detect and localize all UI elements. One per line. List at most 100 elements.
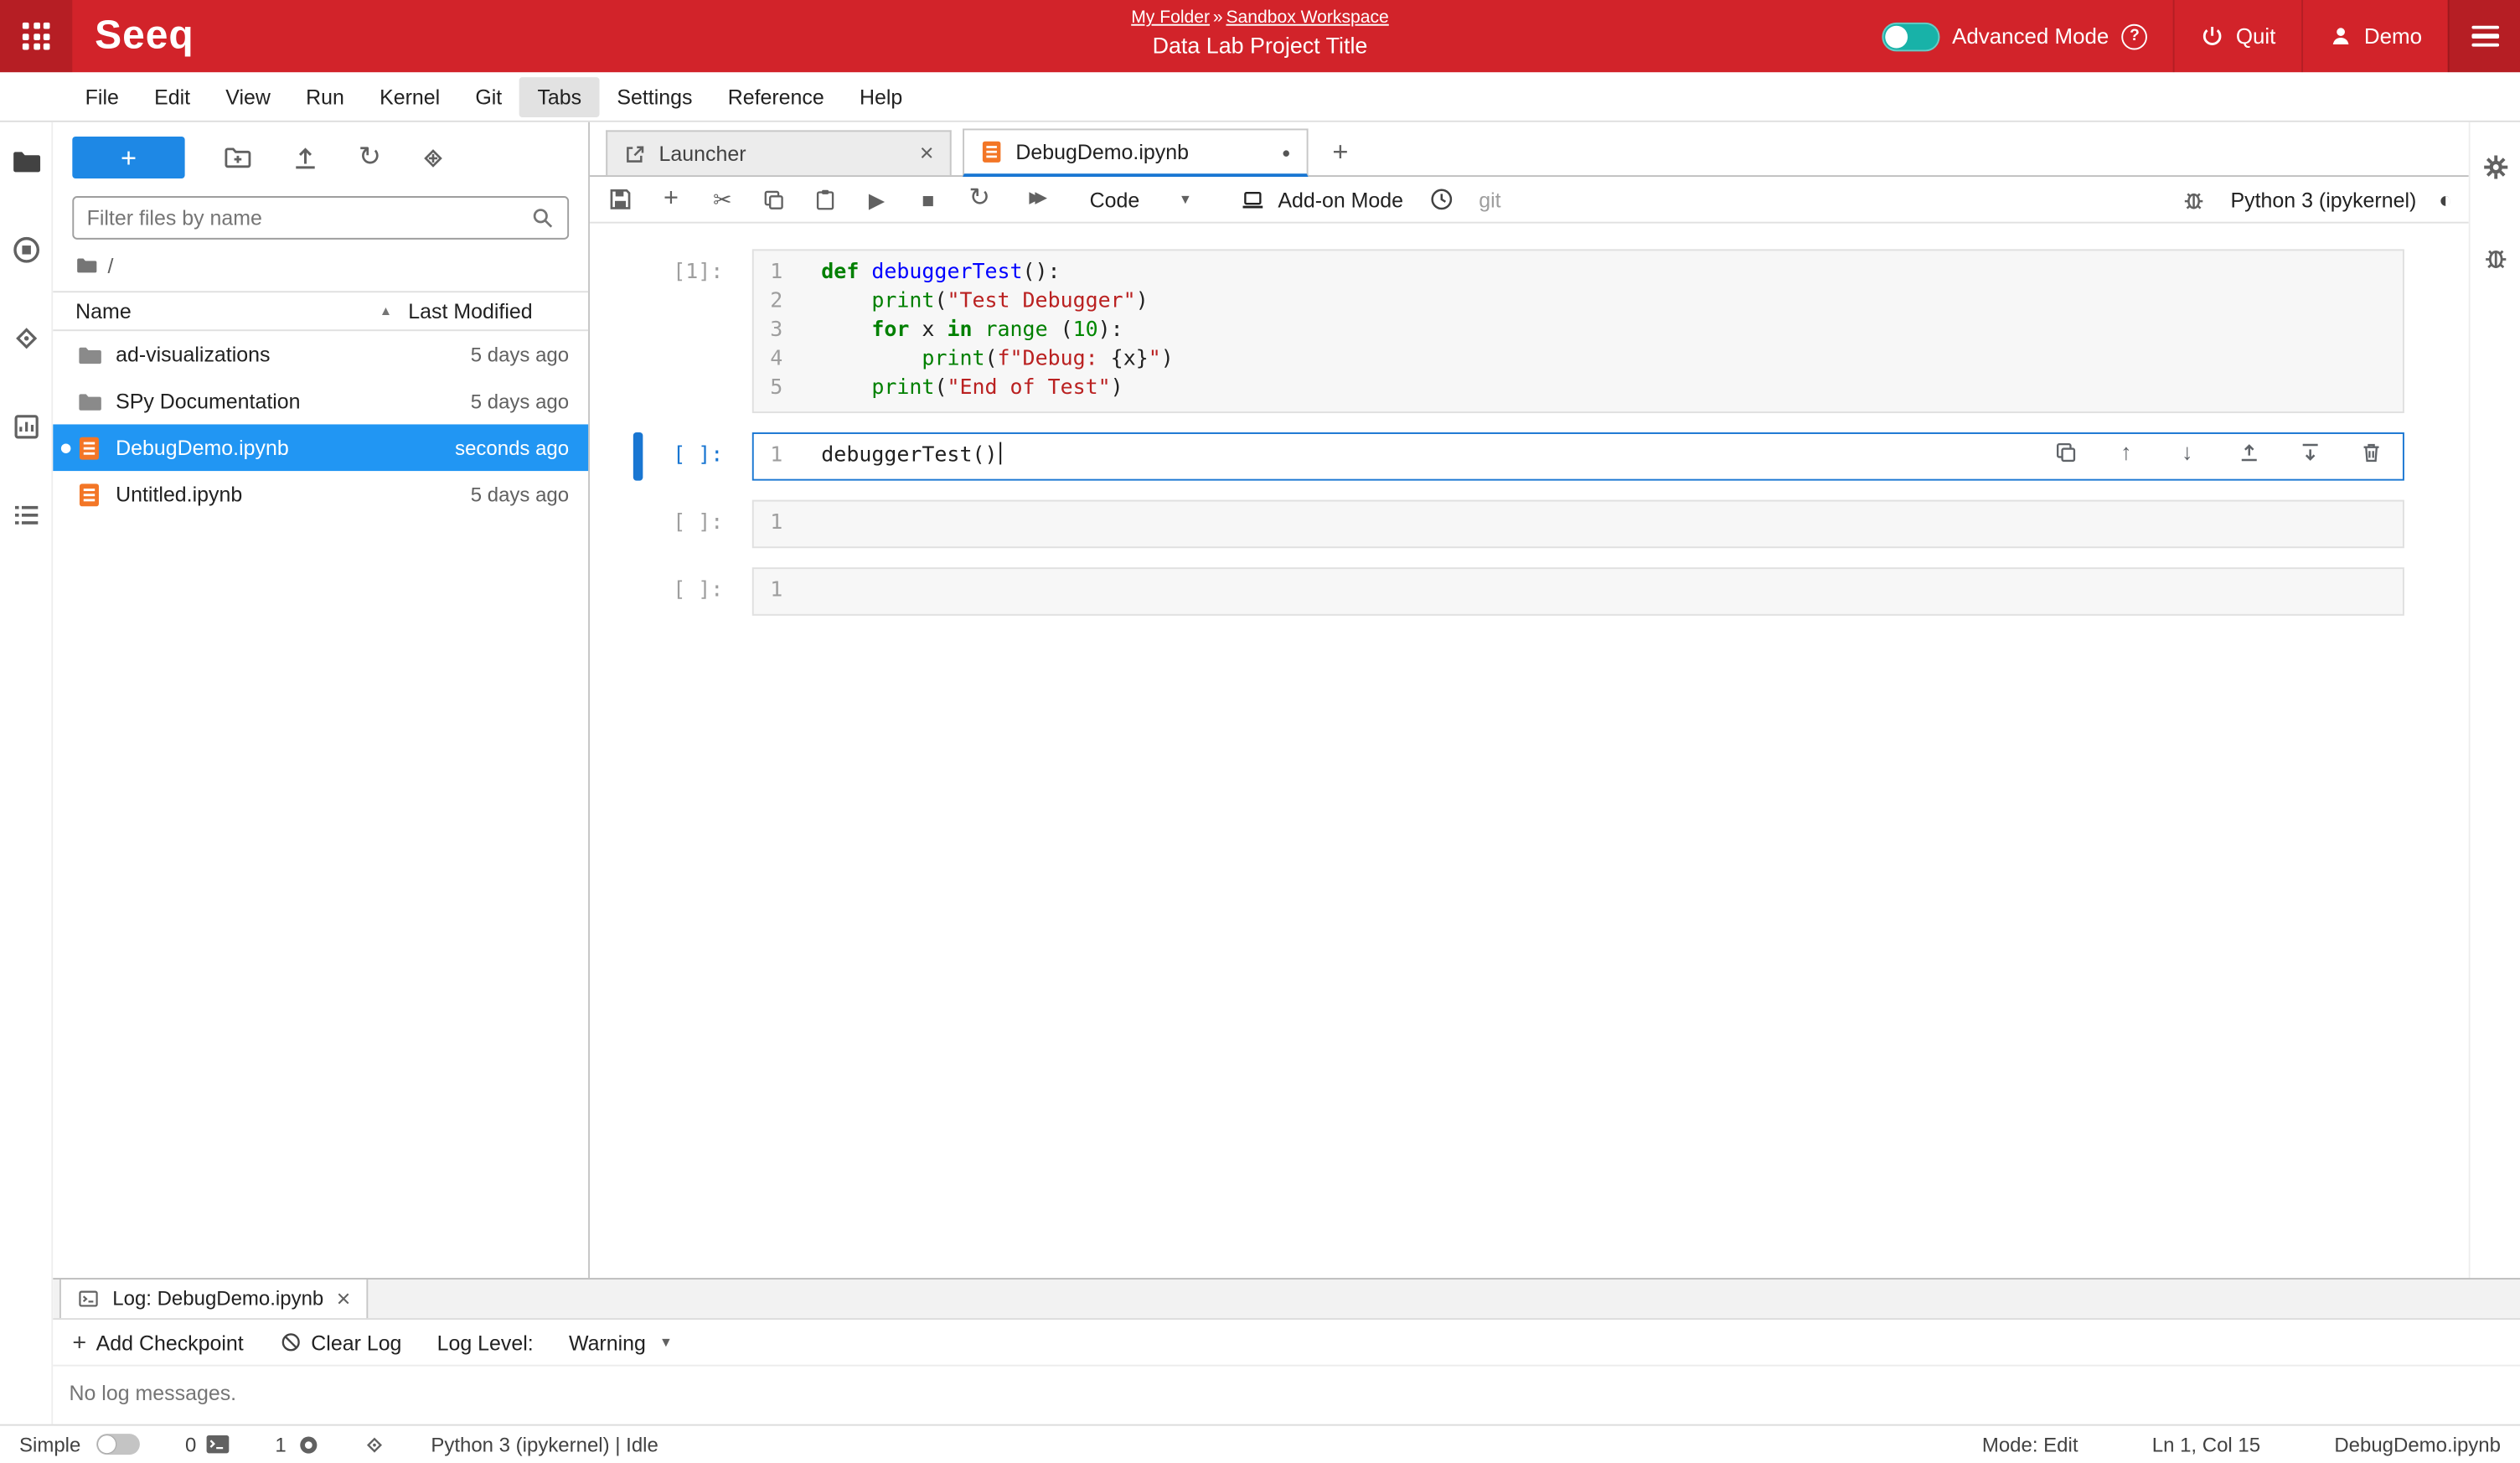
file-row-spy-documentation[interactable]: SPy Documentation 5 days ago	[53, 378, 588, 425]
hamburger-menu-icon[interactable]	[2448, 0, 2520, 72]
file-row-debugdemo-ipynb[interactable]: DebugDemo.ipynb seconds ago	[53, 424, 588, 471]
property-inspector-icon[interactable]	[2479, 151, 2511, 183]
modified-column-header[interactable]: Last Modified	[408, 299, 569, 323]
new-folder-icon[interactable]	[224, 143, 253, 173]
kernel-status-icon[interactable]: ◐	[2439, 187, 2452, 213]
addon-mode-button[interactable]: Add-on Mode	[1239, 187, 1403, 211]
restart-kernel-icon[interactable]: ↻	[966, 186, 994, 214]
file-row-untitled-ipynb[interactable]: Untitled.ipynb 5 days ago	[53, 471, 588, 518]
help-icon[interactable]: ?	[2122, 23, 2148, 49]
user-menu-button[interactable]: Demo	[2301, 0, 2448, 72]
sidebar-running-sessions-icon[interactable]	[10, 233, 42, 265]
upload-icon[interactable]	[291, 143, 320, 173]
interrupt-kernel-icon[interactable]: ■	[915, 186, 942, 214]
log-tab[interactable]: Log: DebugDemo.ipynb ×	[59, 1279, 369, 1318]
menu-help[interactable]: Help	[842, 76, 921, 116]
sort-ascending-icon: ▲	[380, 304, 392, 318]
cell-collapser[interactable]	[633, 567, 643, 616]
menu-file[interactable]: File	[68, 76, 137, 116]
log-level-select[interactable]: Warning ▾	[569, 1330, 670, 1354]
log-tab-close-icon[interactable]: ×	[337, 1285, 351, 1313]
notebook-cell-2[interactable]: [ ]: 1 debuggerTest() ↑ ↓	[590, 432, 2469, 481]
file-browser-actions: + ↻	[53, 122, 588, 193]
add-checkpoint-button[interactable]: + Add Checkpoint	[72, 1329, 243, 1357]
run-cell-icon[interactable]: ▶	[863, 186, 891, 214]
move-cell-up-icon[interactable]: ↑	[2114, 439, 2140, 465]
notebook-cell-1[interactable]: [1]: 12345 def debuggerTest(): print("Te…	[590, 249, 2469, 413]
notebook-icon	[980, 140, 1003, 164]
cursor-position[interactable]: Ln 1, Col 15	[2152, 1433, 2260, 1455]
file-row-ad-visualizations[interactable]: ad-visualizations 5 days ago	[53, 331, 588, 378]
save-icon[interactable]	[606, 186, 633, 214]
advanced-mode-toggle[interactable]	[1882, 22, 1939, 51]
paste-cells-icon[interactable]	[812, 186, 839, 214]
git-toolbar-label[interactable]: git	[1479, 187, 1500, 211]
kernel-status-text[interactable]: Python 3 (ipykernel) | Idle	[431, 1433, 658, 1455]
restart-run-all-icon[interactable]: ▶▶	[1017, 186, 1052, 214]
cell-editor[interactable]: 1 debuggerTest() ↑ ↓	[752, 432, 2404, 481]
sidebar-toc-icon[interactable]	[10, 499, 42, 530]
terminal-count[interactable]: 0	[185, 1432, 230, 1456]
refresh-icon[interactable]: ↻	[359, 142, 381, 173]
toggle-knob	[98, 1435, 116, 1453]
menu-edit[interactable]: Edit	[137, 76, 208, 116]
file-list: ad-visualizations 5 days ago SPy Documen…	[53, 331, 588, 518]
cell-collapser[interactable]	[633, 249, 643, 413]
file-name: ad-visualizations	[116, 343, 408, 367]
menu-git[interactable]: Git	[457, 76, 519, 116]
menu-settings[interactable]: Settings	[599, 76, 710, 116]
file-breadcrumb[interactable]: /	[53, 240, 588, 291]
new-launcher-button[interactable]: +	[72, 137, 184, 178]
clear-log-button[interactable]: Clear Log	[279, 1330, 402, 1354]
history-clock-icon[interactable]	[1428, 186, 1455, 214]
notebook-cells: [1]: 12345 def debuggerTest(): print("Te…	[590, 224, 2469, 1278]
debugger-bug-icon[interactable]	[2181, 186, 2208, 214]
duplicate-cell-icon[interactable]	[2053, 439, 2078, 465]
notebook-cell-4[interactable]: [ ]: 1	[590, 567, 2469, 616]
doc-tabbar-tabs: Launcher × DebugDemo.ipynb ●	[606, 128, 1319, 175]
cell-code[interactable]	[798, 569, 2403, 614]
apps-grid-button[interactable]	[0, 0, 72, 72]
insert-cell-above-icon[interactable]	[2235, 439, 2261, 465]
move-cell-down-icon[interactable]: ↓	[2175, 439, 2201, 465]
menu-view[interactable]: View	[208, 76, 288, 116]
menu-run[interactable]: Run	[288, 76, 362, 116]
debugger-sidebar-icon[interactable]	[2479, 241, 2511, 273]
git-clone-icon[interactable]	[420, 144, 447, 172]
tab-launcher[interactable]: Launcher ×	[606, 130, 951, 175]
insert-cell-icon[interactable]: +	[658, 186, 685, 214]
cut-cells-icon[interactable]: ✂	[709, 186, 736, 214]
name-column-header[interactable]: Name ▲	[75, 299, 408, 323]
kernel-name[interactable]: Python 3 (ipykernel)	[2231, 187, 2417, 211]
edit-mode-indicator[interactable]: Mode: Edit	[1982, 1433, 2078, 1455]
insert-cell-below-icon[interactable]	[2296, 439, 2322, 465]
sidebar-git-icon[interactable]	[10, 322, 42, 354]
simple-mode-toggle[interactable]	[97, 1434, 141, 1455]
copy-cells-icon[interactable]	[760, 186, 788, 214]
cell-collapser[interactable]	[633, 432, 643, 481]
sidebar-files-icon[interactable]	[10, 145, 42, 177]
breadcrumb-my-folder[interactable]: My Folder	[1131, 8, 1210, 28]
cell-code[interactable]	[798, 502, 2403, 547]
filter-files-input[interactable]	[87, 206, 530, 230]
notebook-cell-3[interactable]: [ ]: 1	[590, 500, 2469, 549]
cell-code[interactable]: def debuggerTest(): print("Test Debugger…	[798, 251, 2403, 411]
cell-editor[interactable]: 1	[752, 567, 2404, 616]
new-tab-button[interactable]: +	[1319, 132, 1361, 173]
kernel-session-count[interactable]: 1	[275, 1432, 320, 1456]
tab-debugdemo-ipynb[interactable]: DebugDemo.ipynb ●	[963, 128, 1308, 177]
delete-cell-icon[interactable]	[2357, 439, 2383, 465]
tab-close-icon[interactable]: ×	[920, 140, 934, 168]
cell-type-select[interactable]: Code ▾	[1077, 184, 1202, 215]
sidebar-inspector-icon[interactable]	[10, 410, 42, 442]
cell-editor[interactable]: 12345 def debuggerTest(): print("Test De…	[752, 249, 2404, 413]
breadcrumb-sandbox-workspace[interactable]: Sandbox Workspace	[1226, 8, 1388, 28]
menu-tabs[interactable]: Tabs	[519, 76, 599, 116]
menu-reference[interactable]: Reference	[710, 76, 842, 116]
git-status-icon[interactable]	[362, 1432, 386, 1456]
menu-kernel[interactable]: Kernel	[362, 76, 457, 116]
quit-button[interactable]: Quit	[2173, 0, 2301, 72]
cell-editor[interactable]: 1	[752, 500, 2404, 549]
cell-collapser[interactable]	[633, 500, 643, 549]
active-file-name[interactable]: DebugDemo.ipynb	[2334, 1433, 2501, 1455]
